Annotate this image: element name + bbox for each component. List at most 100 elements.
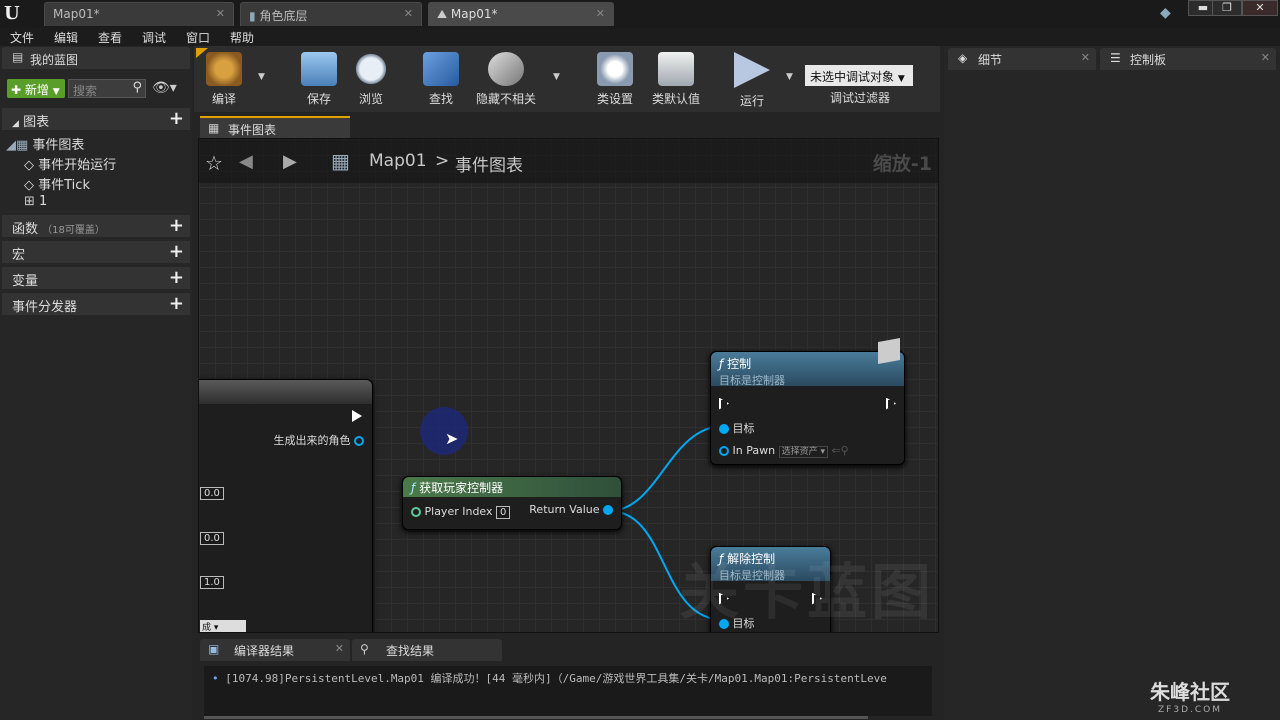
graphs-section[interactable]: ◢ 图表 + [2, 108, 190, 130]
restore-button[interactable]: ❐ [1212, 0, 1242, 16]
tree-event-tick[interactable]: ◇ 事件Tick [24, 174, 90, 193]
run-options-chevron-icon[interactable]: ▼ [786, 72, 793, 82]
object-pin-icon [603, 505, 613, 515]
pin-label: Player Index [424, 505, 493, 518]
tab-label: 查找结果 [386, 644, 435, 658]
spawn-method-select[interactable]: 成 ▾ [200, 620, 246, 633]
tab-label: 事件图表 [228, 123, 277, 137]
add-macro-plus-icon[interactable]: + [169, 241, 184, 262]
asset-picker[interactable]: 选择资产 ▾ [778, 446, 828, 458]
event-dispatchers-section[interactable]: 事件分发器 + [2, 293, 190, 315]
exec-in-pin[interactable] [719, 396, 729, 410]
debug-object-select[interactable]: 未选中调试对象 ▼ [805, 65, 913, 86]
add-graph-plus-icon[interactable]: + [169, 108, 184, 129]
menu-view[interactable]: 查看 [98, 29, 122, 46]
tab-details[interactable]: ◈ 细节 ✕ [948, 48, 1096, 70]
player-index-value[interactable]: 0 [496, 506, 511, 519]
log-scrollbar[interactable] [204, 716, 868, 719]
menu-edit[interactable]: 编辑 [54, 29, 78, 46]
tab-compiler-results[interactable]: ▣ 编译器结果 ✕ [200, 639, 350, 661]
add-dispatcher-plus-icon[interactable]: + [169, 293, 184, 314]
event-diamond-icon: ◇ [24, 178, 34, 193]
tree-label: 事件Tick [38, 178, 90, 193]
bullet-icon: • [212, 672, 219, 685]
compile-button[interactable]: 编译 [196, 52, 252, 107]
binoculars-icon [423, 52, 459, 86]
variables-section[interactable]: 变量 + [2, 267, 190, 289]
return-value-pin[interactable]: Return Value [529, 503, 613, 516]
run-button[interactable]: 运行 [724, 52, 780, 109]
tab-event-graph[interactable]: ▦ 事件图表 [200, 116, 350, 138]
tool-label: 运行 [739, 94, 764, 108]
tab-find-results[interactable]: ⚲ 查找结果 [352, 639, 502, 661]
hide-unrelated-button[interactable]: 隐藏不相关 [475, 52, 537, 107]
tab-map01-a[interactable]: Map01* ✕ [44, 2, 234, 26]
close-icon[interactable]: ✕ [404, 7, 413, 20]
close-icon[interactable]: ✕ [1081, 51, 1090, 64]
float-value-c[interactable]: 1.0 [200, 576, 224, 589]
tree-event-begin-play[interactable]: ◇ 事件开始运行 [24, 154, 116, 173]
tool-label: 类默认值 [651, 92, 700, 106]
class-settings-button[interactable]: 类设置 [587, 52, 643, 107]
menu-help[interactable]: 帮助 [230, 29, 254, 46]
browse-button[interactable]: 浏览 [343, 52, 399, 107]
menu-window[interactable]: 窗口 [186, 29, 210, 46]
node-header: ƒ 获取玩家控制器 [403, 477, 621, 497]
float-value-a[interactable]: 0.0 [200, 487, 224, 500]
close-icon[interactable]: ✕ [596, 7, 605, 20]
node-header: ƒ 控制 目标是控制器 [711, 352, 904, 387]
eye-icon[interactable]: 👁▾ [152, 80, 177, 96]
graph-canvas[interactable]: ☆ ◀ ▶ ▦ Map01 > 事件图表 缩放-1 生成出来的角色 0.0 0.… [198, 138, 939, 633]
select-value: 成 [202, 623, 212, 633]
chevron-down-icon: ▼ [52, 87, 60, 97]
tab-map01-active[interactable]: ⛰ Map01* ✕ [428, 2, 614, 26]
macros-section[interactable]: 宏 + [2, 241, 190, 263]
compile-options-chevron-icon[interactable]: ▼ [258, 72, 265, 82]
close-window-button[interactable]: ✕ [1242, 0, 1278, 16]
add-new-button[interactable]: ✚ 新增 ▼ [7, 79, 65, 98]
tab-character-base[interactable]: ▮ 角色底层 ✕ [240, 2, 422, 26]
search-icon: ⚲ [132, 80, 142, 95]
hide-options-chevron-icon[interactable]: ▼ [553, 72, 560, 82]
tab-label: 细节 [978, 53, 1003, 67]
tab-palette[interactable]: ☰ 控制板 ✕ [1100, 48, 1276, 70]
search-input[interactable]: 搜索 ⚲ [68, 79, 146, 98]
tree-label: 事件图表 [32, 138, 85, 153]
spawned-actor-pin[interactable]: 生成出来的角色 [274, 432, 364, 448]
log-line: [1074.98]PersistentLevel.Map01 编译成功！[44 … [225, 672, 887, 685]
source-control-icon[interactable]: ◆ [1160, 5, 1171, 21]
functions-section[interactable]: 函数 （18可覆盖） + [2, 215, 190, 237]
possess-node[interactable]: ƒ 控制 目标是控制器 目标 In Pawn 选择资产 ▾ ⇐⚲ [710, 338, 905, 465]
menu-file[interactable]: 文件 [10, 29, 34, 46]
menu-debug[interactable]: 调试 [142, 29, 166, 46]
in-pawn-pin[interactable]: In Pawn 选择资产 ▾ ⇐⚲ [719, 444, 849, 458]
get-player-controller-node[interactable]: ƒ 获取玩家控制器 Player Index 0 Return Value [402, 476, 622, 530]
tab-label: 编译器结果 [234, 644, 295, 658]
use-asset-icon[interactable]: ⇐⚲ [831, 444, 848, 457]
close-icon[interactable]: ✕ [1261, 51, 1270, 64]
book-icon: ▤ [12, 50, 24, 64]
spawn-actor-node[interactable]: 生成出来的角色 0.0 0.0 1.0 成 ▾ [199, 379, 373, 633]
tree-event-graph[interactable]: ◢▦ 事件图表 [6, 134, 84, 153]
section-label: 函数 [12, 222, 39, 237]
plus-icon: ✚ [11, 83, 22, 97]
close-icon[interactable]: ✕ [335, 642, 344, 655]
event-diamond-icon: ◇ [24, 158, 34, 173]
target-pin[interactable]: 目标 [719, 420, 755, 436]
pin-label: Return Value [529, 503, 600, 516]
search-placeholder: 搜索 [73, 84, 98, 98]
save-button[interactable]: 保存 [291, 52, 347, 107]
find-button[interactable]: 查找 [413, 52, 469, 107]
player-index-pin[interactable]: Player Index 0 [411, 505, 511, 519]
close-icon[interactable]: ✕ [216, 7, 225, 20]
add-variable-plus-icon[interactable]: + [169, 267, 184, 288]
exec-out-pin[interactable] [352, 408, 362, 422]
tab-label: 角色底层 [259, 9, 308, 23]
class-defaults-button[interactable]: 类默认值 [647, 52, 705, 107]
add-function-plus-icon[interactable]: + [169, 215, 184, 236]
section-label: 变量 [12, 274, 39, 289]
tree-item-1[interactable]: ⊞ 1 [24, 194, 47, 209]
exec-out-pin[interactable] [886, 396, 896, 410]
float-value-b[interactable]: 0.0 [200, 532, 224, 545]
debug-select-value: 未选中调试对象 [810, 70, 895, 84]
